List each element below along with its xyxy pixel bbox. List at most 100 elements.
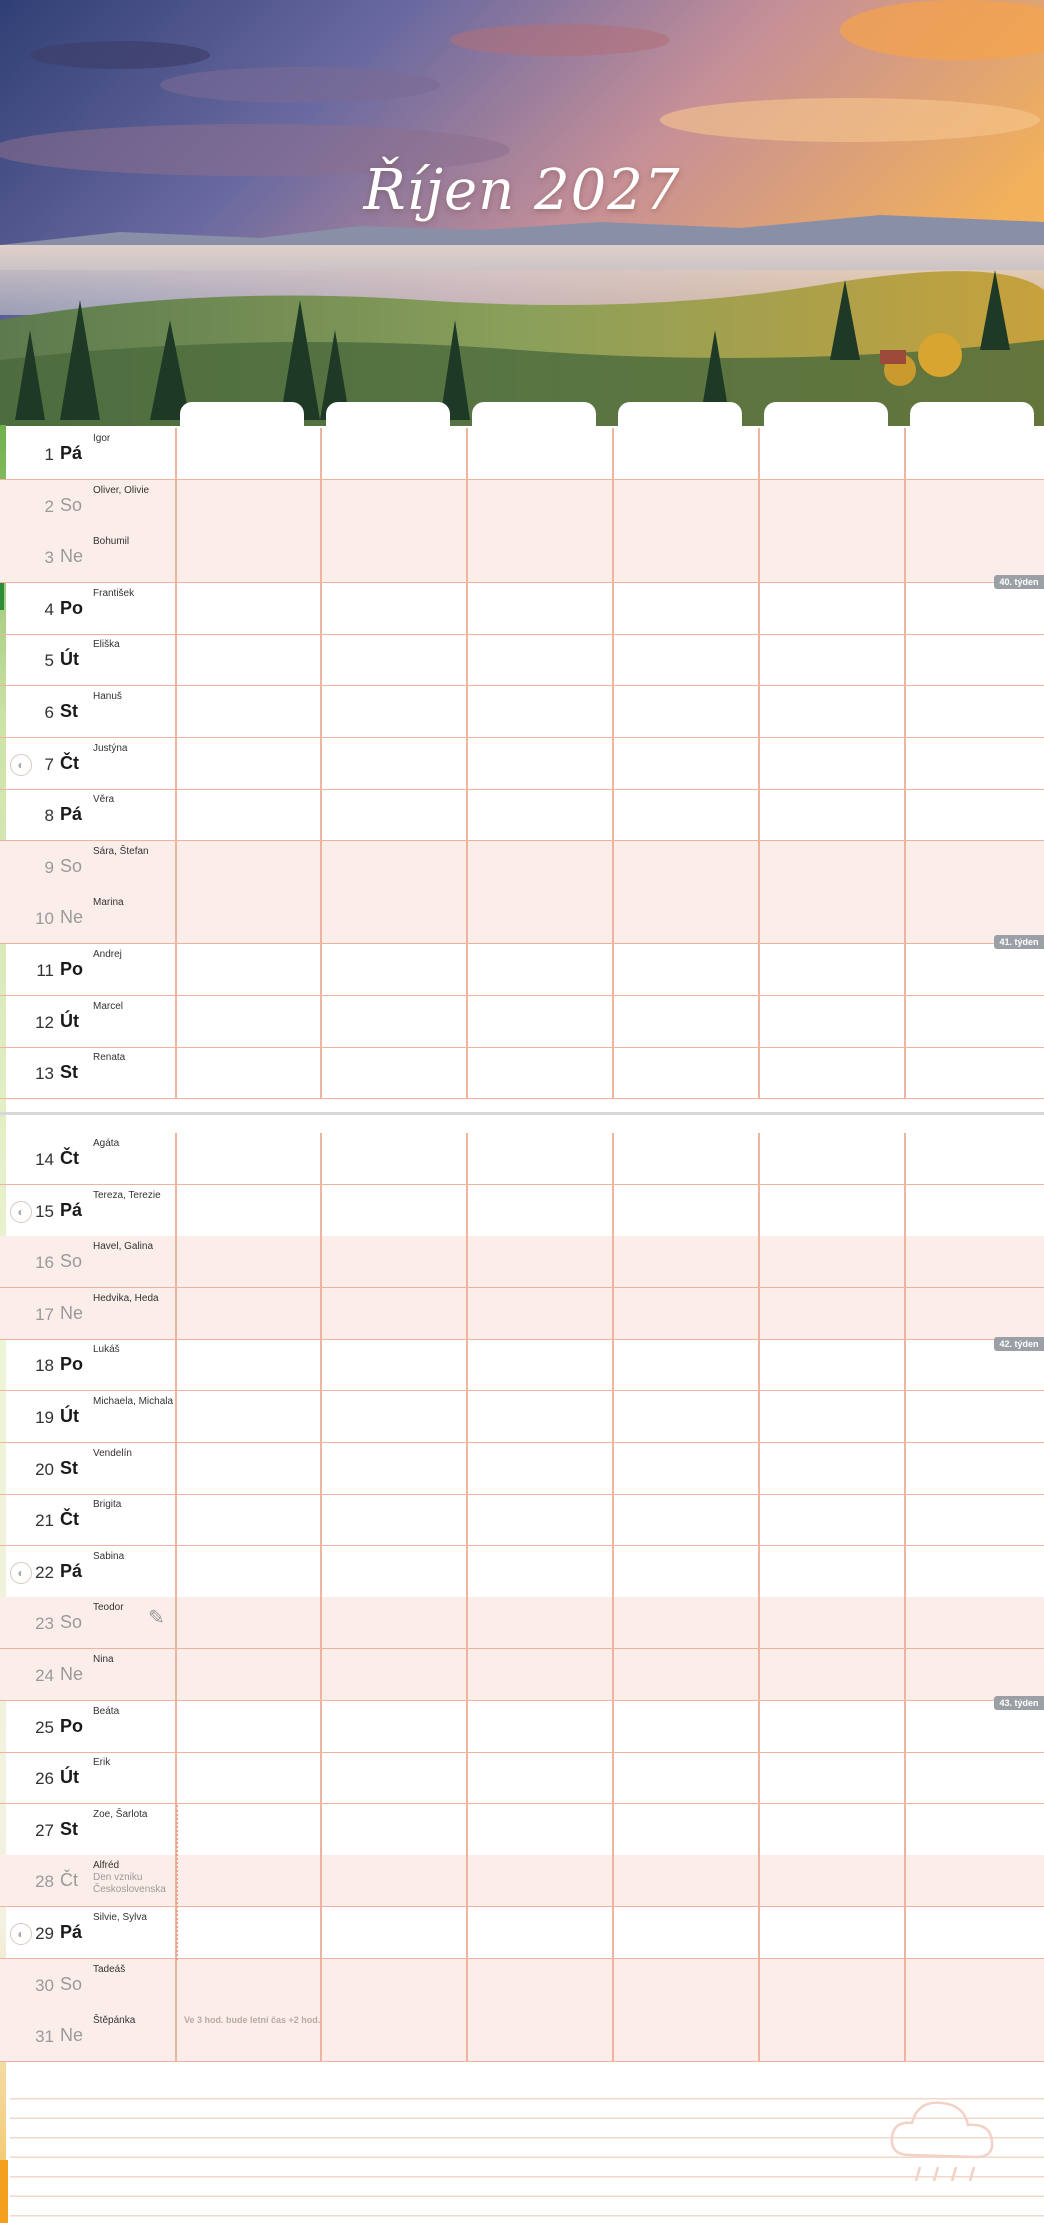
column-divider — [758, 840, 760, 892]
column-divider — [904, 1391, 906, 1442]
day-of-week: St — [60, 701, 78, 721]
column-divider — [466, 1752, 468, 1804]
column-divider — [175, 1339, 177, 1391]
column-divider — [466, 1907, 468, 1958]
column-divider — [320, 995, 322, 1047]
day-of-week: Pá — [60, 1560, 83, 1581]
column-divider — [612, 1236, 614, 1288]
column-divider — [175, 479, 177, 531]
column-divider — [175, 1442, 177, 1494]
column-divider — [175, 892, 177, 944]
column-divider — [466, 531, 468, 583]
name-day-text: Nina — [93, 1654, 114, 1665]
day-of-week: St — [60, 1818, 78, 1839]
column-divider — [612, 1391, 614, 1442]
column-divider — [320, 634, 322, 686]
column-divider — [758, 1752, 760, 1804]
day-number: 21 — [35, 1511, 54, 1531]
column-divider — [320, 479, 322, 531]
column-divider — [320, 1649, 322, 1700]
name-day-text: Zoe, Šarlota — [93, 1808, 148, 1820]
day-row: 19 Út Michaela, Michala — [0, 1391, 1044, 1443]
column-divider — [175, 1494, 177, 1546]
column-divider — [320, 531, 322, 583]
column-divider — [320, 1700, 322, 1752]
name-day-text: Lukáš — [93, 1344, 120, 1356]
day-of-week: St — [60, 1062, 78, 1083]
column-divider — [320, 1803, 322, 1855]
day-of-week: So — [60, 1973, 83, 1994]
column-divider — [612, 582, 614, 634]
column-divider — [758, 789, 760, 841]
day-row: 17 Ne Hedvika, Heda — [0, 1287, 1044, 1340]
column-divider — [758, 1855, 760, 1907]
column-divider — [758, 892, 760, 944]
name-day-text: Beáta — [93, 1705, 120, 1717]
name-day: Tadeáš — [93, 1964, 175, 1976]
day-row: 2 So Oliver, Olivie — [0, 479, 1044, 532]
name-day: Eliška — [93, 639, 175, 651]
column-divider — [612, 840, 614, 892]
day-number: 5 — [44, 651, 54, 671]
column-divider — [904, 1700, 906, 1752]
column-divider — [904, 1184, 906, 1236]
column-divider — [904, 1649, 906, 1700]
day-number: 26 — [35, 1769, 54, 1789]
name-day-text: Oliver, Olivie — [93, 484, 150, 496]
column-divider — [612, 1803, 614, 1855]
column-divider — [466, 2010, 468, 2062]
column-divider — [758, 479, 760, 531]
name-day-text: Silvie, Sylva — [93, 1912, 147, 1923]
column-divider — [320, 1339, 322, 1391]
column-divider — [758, 428, 760, 479]
column-divider — [758, 1047, 760, 1099]
day-number: 19 — [35, 1408, 54, 1427]
day-number: 23 — [35, 1614, 54, 1634]
column-divider — [612, 789, 614, 841]
name-day: Renata — [93, 1052, 175, 1064]
moon-phase-icon: ◐ — [10, 1923, 32, 1945]
column-divider — [904, 1133, 906, 1184]
column-divider — [466, 1339, 468, 1391]
column-divider — [758, 634, 760, 686]
name-day-text: Věra — [93, 794, 115, 806]
day-number: 25 — [35, 1717, 54, 1737]
column-divider — [904, 1597, 906, 1649]
day-row: 26 Út Erik — [0, 1752, 1044, 1805]
name-day-text: Sára, Štefan — [93, 845, 149, 857]
moon-phase-icon: ◐ — [10, 753, 32, 776]
day-of-week: Út — [60, 1010, 79, 1031]
name-day-text: Vendelín — [93, 1447, 132, 1459]
week-badge: 43. týden — [994, 1696, 1044, 1710]
column-divider — [175, 1236, 177, 1288]
column-divider — [175, 1133, 177, 1184]
name-day-text: Bohumil — [93, 536, 130, 548]
column-divider — [466, 1494, 468, 1546]
column-divider — [904, 1494, 906, 1546]
column-divider — [175, 1958, 177, 2010]
column-divider — [175, 1700, 177, 1752]
column-divider — [904, 1236, 906, 1288]
name-day: Igor — [93, 433, 175, 445]
name-day: Michaela, Michala — [93, 1396, 175, 1408]
column-divider — [175, 1184, 177, 1236]
day-row: 11 Po Andrej — [0, 944, 1044, 996]
column-divider — [904, 479, 906, 531]
column-divider — [175, 2010, 177, 2062]
column-divider — [758, 1649, 760, 1700]
name-day: Marina — [93, 897, 175, 909]
day-row: 28 Čt Alfréd Den vzniku Československa — [0, 1855, 1044, 1908]
name-day-text: Sabina — [93, 1550, 125, 1562]
name-day: Bohumil — [93, 536, 175, 548]
day-number: 31 — [35, 2027, 54, 2047]
day-of-week: Út — [60, 1406, 79, 1426]
header-photo: Říjen 2027 — [0, 0, 1044, 426]
column-divider — [758, 2010, 760, 2062]
column-divider — [904, 582, 906, 634]
column-divider — [320, 1236, 322, 1288]
column-divider — [904, 1442, 906, 1494]
name-day-text: Havel, Galina — [93, 1241, 154, 1253]
column-divider — [612, 1752, 614, 1804]
day-of-week: Čt — [60, 752, 79, 773]
month-title: Říjen 2027 — [363, 158, 681, 223]
